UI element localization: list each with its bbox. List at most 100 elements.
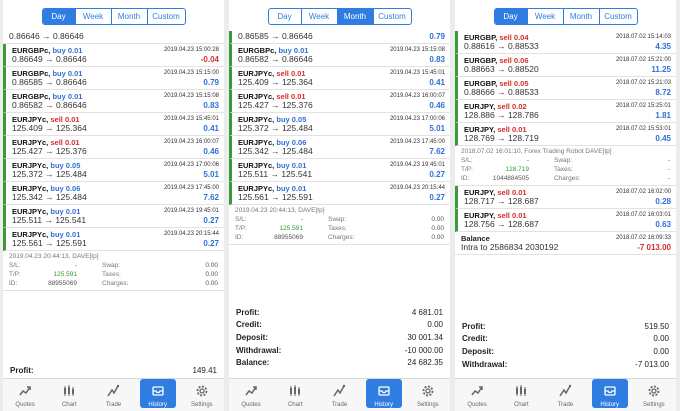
nav-settings[interactable]: Settings bbox=[410, 379, 446, 408]
trade-row[interactable]: EURJPYc, buy 0.01 2019.04.23 20:15:44 125.… bbox=[3, 228, 224, 251]
trade-row[interactable]: EURGBP, sell 0.05 2018.07.02 15:21:03 0.88… bbox=[455, 77, 676, 100]
trade-row[interactable]: 0.86646 → 0.86646 bbox=[3, 31, 224, 44]
tab-custom[interactable]: Custom bbox=[372, 9, 411, 24]
trade-date: 2019.04.23 20:15:44 bbox=[163, 231, 219, 237]
trade-row[interactable]: EURJPYc, buy 0.05 2019.04.23 17:00:06 125.… bbox=[229, 113, 450, 136]
detail-header: 2019.04.23 20:44:13, DAVE[tp] bbox=[235, 207, 325, 214]
tab-month[interactable]: Month bbox=[336, 9, 373, 24]
trade-row[interactable]: EURJPYc, sell 0.01 2019.04.23 16:00:07 125… bbox=[3, 136, 224, 159]
trade-row[interactable]: 0.86585 → 0.86646 0.79 bbox=[229, 31, 450, 44]
trade-prices: 125.427 → 125.376 bbox=[238, 100, 313, 110]
trade-row[interactable]: EURJPYc, sell 0.01 2019.04.23 16:00:07 125… bbox=[229, 90, 450, 113]
history-screen-1: Day Week Month Custom 0.86646 → 0.86646 EURGB… bbox=[3, 0, 224, 411]
nav-quotes[interactable]: Quotes bbox=[459, 379, 495, 408]
detail-label: Taxes: bbox=[328, 225, 347, 232]
account-summary: Profit: 519.50 Credit: 0.00 Deposit: 0.00 With… bbox=[455, 320, 676, 370]
trade-row[interactable]: EURJPYc, buy 0.01 2019.04.23 19:45:01 125.… bbox=[3, 205, 224, 228]
trade-profit: 4.35 bbox=[655, 42, 671, 51]
trade-row[interactable]: EURJPYc, sell 0.01 2019.04.23 15:45:01 125… bbox=[3, 113, 224, 136]
tab-custom[interactable]: Custom bbox=[598, 9, 637, 24]
nav-label: Quotes bbox=[467, 402, 487, 408]
tab-week[interactable]: Week bbox=[300, 9, 337, 24]
trade-prices: 128.886 → 128.786 bbox=[464, 110, 539, 120]
trade-prices: 125.342 → 125.484 bbox=[238, 146, 313, 156]
trade-row[interactable]: EURGBP, sell 0.04 2018.07.02 15:14:03 0.88… bbox=[455, 31, 676, 54]
trade-prices: 125.561 → 125.591 bbox=[12, 238, 87, 248]
detail-grid: S/L: - Swap: - T/P: 128.719 Taxes: - ID: 10448845… bbox=[461, 157, 670, 182]
nav-settings[interactable]: Settings bbox=[636, 379, 672, 408]
trade-row[interactable]: EURGBPc, buy 0.01 2019.04.23 15:00:28 0.86… bbox=[3, 44, 224, 67]
tab-custom[interactable]: Custom bbox=[146, 9, 185, 24]
settings-icon bbox=[647, 384, 661, 402]
trade-date: 2019.04.23 17:45:00 bbox=[163, 185, 219, 191]
trade-row[interactable]: EURGBPc, buy 0.01 2019.04.23 15:15:08 0.86… bbox=[229, 44, 450, 67]
detail-value: - bbox=[667, 166, 670, 173]
detail-value: 88955069 bbox=[274, 234, 303, 241]
summary-value: 0.00 bbox=[427, 320, 443, 330]
nav-history[interactable]: History bbox=[365, 379, 402, 408]
trade-prices: 0.88666 → 0.88533 bbox=[464, 87, 539, 97]
nav-quotes[interactable]: Quotes bbox=[7, 379, 43, 408]
summary-row: Profit: 149.41 bbox=[3, 364, 224, 377]
summary-label: Withdrawal: bbox=[462, 359, 508, 369]
trade-row[interactable]: EURJPYc, buy 0.06 2019.04.23 17:45:00 125.… bbox=[229, 136, 450, 159]
trade-row[interactable]: EURGBP, sell 0.06 2018.07.02 15:21:00 0.88… bbox=[455, 54, 676, 77]
trade-date: 2019.04.23 15:45:01 bbox=[389, 70, 445, 76]
trade-row[interactable]: EURJPYc, buy 0.01 2019.04.23 20:15:44 125.… bbox=[229, 182, 450, 205]
tab-week[interactable]: Week bbox=[74, 9, 111, 24]
nav-chart[interactable]: Chart bbox=[503, 379, 539, 408]
summary-label: Deposit: bbox=[462, 346, 494, 356]
trade-row[interactable]: EURGBPc, buy 0.01 2019.04.23 15:15:00 0.86… bbox=[3, 67, 224, 90]
trade-row[interactable]: EURJPY, sell 0.01 2018.07.02 15:53:01 128.… bbox=[455, 123, 676, 146]
trade-row[interactable]: EURGBPc, buy 0.01 2019.04.23 15:15:08 0.86… bbox=[3, 90, 224, 113]
trade-prices: 125.511 → 125.541 bbox=[12, 215, 87, 225]
summary-label: Credit: bbox=[236, 320, 262, 330]
balance-row[interactable]: Balance 2018.07.02 16:09:33 Intra to 25868… bbox=[455, 232, 676, 255]
trade-date: 2019.04.23 15:15:00 bbox=[163, 70, 219, 76]
nav-history[interactable]: History bbox=[591, 379, 628, 408]
detail-value: - bbox=[667, 157, 670, 164]
trade-prices: 128.717 → 128.687 bbox=[464, 196, 539, 206]
tab-day[interactable]: Day bbox=[42, 9, 75, 24]
nav-label: Settings bbox=[417, 402, 439, 408]
detail-grid: S/L: - Swap: 0.00 T/P: 125.591 Taxes: 0.00 ID: 88… bbox=[235, 216, 444, 241]
trade-profit: 0.46 bbox=[429, 101, 445, 110]
summary-row: Credit: 0.00 bbox=[455, 333, 676, 346]
detail-label: S/L: bbox=[461, 157, 473, 164]
trade-row[interactable]: EURJPYc, buy 0.01 2019.04.23 19:45:01 125.… bbox=[229, 159, 450, 182]
nav-trade[interactable]: Trade bbox=[95, 379, 131, 408]
trade-row[interactable]: EURJPYc, buy 0.06 2019.04.23 17:45:00 125.… bbox=[3, 182, 224, 205]
trade-row[interactable]: EURJPY, sell 0.01 2018.07.02 16:02:00 128.… bbox=[455, 186, 676, 209]
summary-row: Balance: 24 682.35 bbox=[229, 356, 450, 369]
summary-value: -7 013.00 bbox=[635, 359, 669, 369]
tab-week[interactable]: Week bbox=[526, 9, 563, 24]
nav-chart[interactable]: Chart bbox=[51, 379, 87, 408]
detail-value: - bbox=[667, 175, 670, 182]
detail-label: ID: bbox=[461, 175, 470, 182]
nav-quotes[interactable]: Quotes bbox=[233, 379, 269, 408]
trade-row[interactable]: EURJPY, sell 0.02 2018.07.02 15:25:01 128.… bbox=[455, 100, 676, 123]
bottom-navigation: Quotes Chart Trade History Settings bbox=[229, 378, 450, 411]
trade-date: 2019.04.23 19:45:01 bbox=[163, 208, 219, 214]
trade-icon bbox=[106, 384, 120, 402]
period-selector: Day Week Month Custom bbox=[493, 8, 638, 25]
nav-history[interactable]: History bbox=[139, 379, 176, 408]
history-screen-2: Day Week Month Custom 0.86585 → 0.86646 0.79 E… bbox=[229, 0, 450, 411]
detail-label: Charges: bbox=[554, 175, 581, 182]
nav-chart[interactable]: Chart bbox=[277, 379, 313, 408]
tab-day[interactable]: Day bbox=[269, 9, 301, 24]
trade-icon bbox=[558, 384, 572, 402]
tab-month[interactable]: Month bbox=[110, 9, 147, 24]
tab-day[interactable]: Day bbox=[494, 9, 527, 24]
detail-label: ID: bbox=[235, 234, 244, 241]
trade-row[interactable]: EURJPYc, buy 0.05 2019.04.23 17:00:06 125.… bbox=[3, 159, 224, 182]
nav-trade[interactable]: Trade bbox=[547, 379, 583, 408]
nav-trade[interactable]: Trade bbox=[321, 379, 357, 408]
trade-profit: 0.28 bbox=[655, 197, 671, 206]
trade-row[interactable]: EURJPYc, sell 0.01 2019.04.23 15:45:01 125… bbox=[229, 67, 450, 90]
summary-label: Withdrawal: bbox=[236, 345, 282, 355]
tab-month[interactable]: Month bbox=[562, 9, 599, 24]
nav-settings[interactable]: Settings bbox=[184, 379, 220, 408]
trade-row[interactable]: EURJPY, sell 0.01 2018.07.02 16:03:01 128.… bbox=[455, 209, 676, 232]
summary-value: 24 682.35 bbox=[407, 358, 443, 368]
